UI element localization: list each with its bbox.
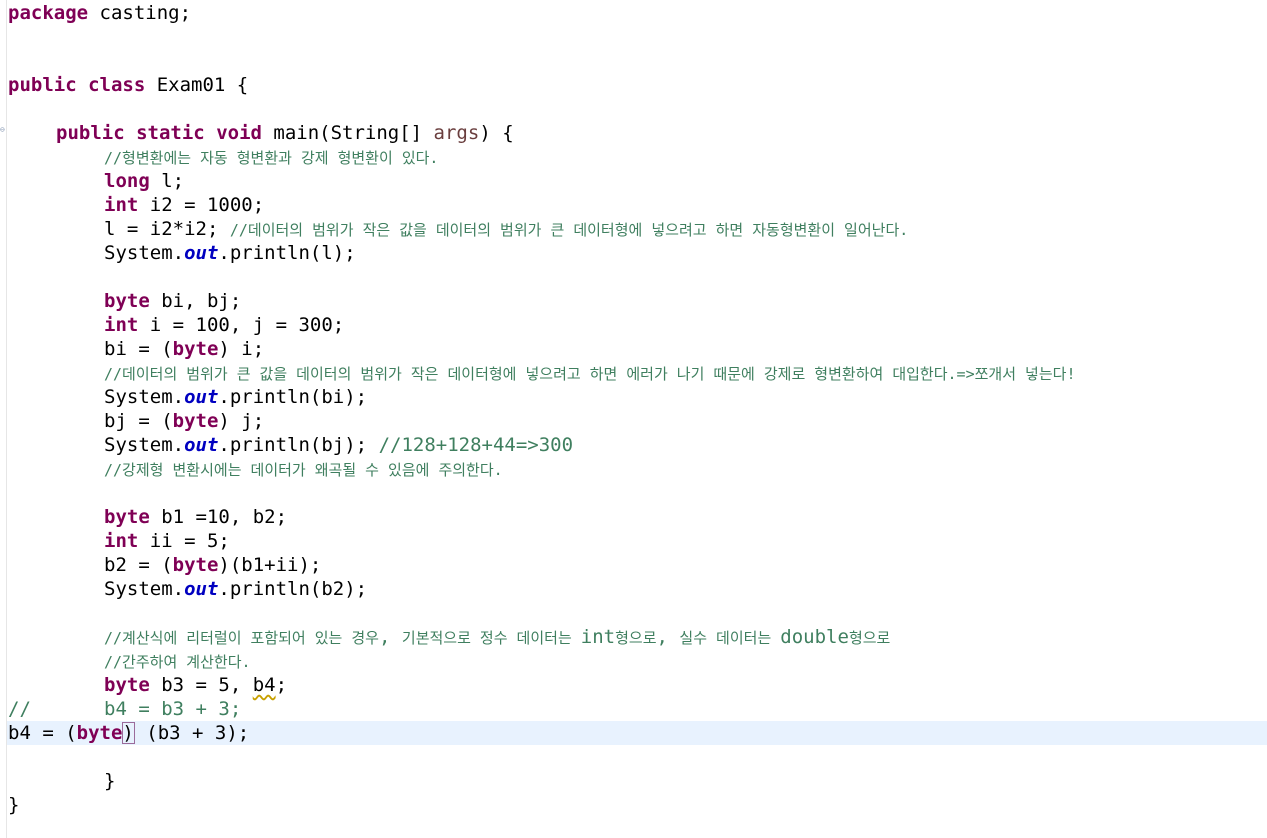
code-line-10: int i = 100, j = 300; xyxy=(104,314,345,336)
code-line-5: long l; xyxy=(104,170,185,192)
code-line-21: //계산식에 리터럴이 포함되어 있는 경우, 기본적으로 정수 데이터는 in… xyxy=(104,626,891,648)
code-line-22: //간주하여 계산한다. xyxy=(104,653,251,671)
code-line-19: b2 = (byte)(b1+ii); xyxy=(104,554,322,576)
code-line-15: System.out.println(bj); //128+128+44=>30… xyxy=(104,434,574,456)
code-line-3: public static void main(String[] args) { xyxy=(56,122,514,144)
code-line-2: public class Exam01 { xyxy=(8,74,249,96)
code-line-8: System.out.println(l); xyxy=(104,242,356,264)
text-caret: ) xyxy=(122,722,135,744)
warning-underline[interactable]: b4 xyxy=(253,674,276,696)
code-line-16: //강제형 변환시에는 데이터가 왜곡될 수 있음에 주의한다. xyxy=(104,461,503,479)
code-line-26: } xyxy=(104,770,116,792)
code-line-12: //데이터의 범위가 큰 값을 데이터의 범위가 작은 데이터형에 넣으려고 하… xyxy=(104,365,1076,383)
code-line-4: //형변환에는 자동 형변환과 강제 형변환이 있다. xyxy=(104,149,439,167)
code-editor[interactable]: ⊖ package casting; public class Exam01 {… xyxy=(0,0,1267,838)
code-line-20: System.out.println(b2); xyxy=(104,578,368,600)
code-line-1: package casting; xyxy=(8,2,192,24)
code-line-25-current[interactable]: b4 = (byte) (b3 + 3); xyxy=(7,721,1267,745)
code-line-9: byte bi, bj; xyxy=(104,290,242,312)
editor-gutter[interactable]: ⊖ xyxy=(0,0,7,838)
code-line-11: bi = (byte) i; xyxy=(104,338,265,360)
code-line-14: bj = (byte) j; xyxy=(104,410,265,432)
code-line-7: l = i2*i2; //데이터의 범위가 작은 값을 데이터의 범위가 큰 데… xyxy=(104,218,909,240)
code-line-23: byte b3 = 5, b4; xyxy=(104,674,288,696)
code-line-24: //b4 = b3 + 3; xyxy=(8,698,242,720)
fold-marker-icon[interactable]: ⊖ xyxy=(0,126,5,134)
code-line-6: int i2 = 1000; xyxy=(104,194,265,216)
code-line-17: byte b1 =10, b2; xyxy=(104,506,288,528)
code-line-18: int ii = 5; xyxy=(104,530,230,552)
code-line-27: } xyxy=(8,794,20,816)
code-line-13: System.out.println(bi); xyxy=(104,386,368,408)
